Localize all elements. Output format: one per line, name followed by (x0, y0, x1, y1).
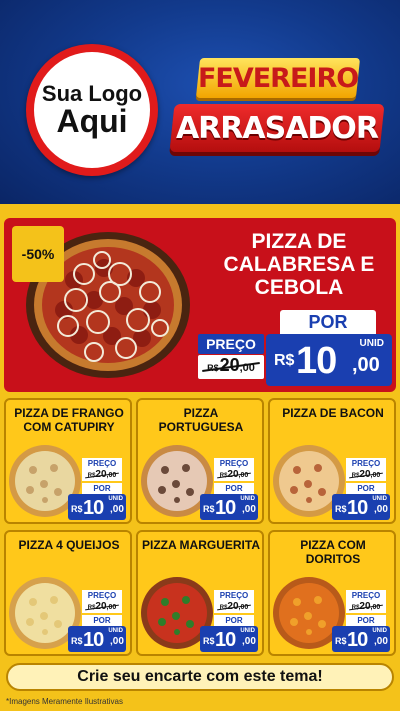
old-price: R$20,00 (214, 469, 254, 481)
new-price: UNID R$ 10 ,00 (200, 626, 258, 652)
discount-badge: -50% (12, 226, 64, 282)
old-price: R$20,00 (346, 469, 386, 481)
product-card: PIZZA DE BACON PREÇOR$20,00 POR UNID R$10 ,00 (268, 398, 396, 524)
new-currency: R$ (71, 504, 83, 514)
product-name: PIZZA DE BACON (282, 406, 384, 420)
old-price: R$20,00 (82, 601, 122, 613)
unid-label: UNID (108, 628, 123, 634)
hero-preco-label: PREÇO (198, 334, 264, 354)
old-price: R$20,00 (82, 469, 122, 481)
preco-label: PREÇO (214, 458, 254, 469)
hero-por-label: POR (280, 310, 376, 334)
header-banner: Sua Logo Aqui FEVEREIRO ARRASADOR (0, 0, 400, 212)
por-label: POR (82, 615, 122, 626)
por-label: POR (214, 615, 254, 626)
new-cents: ,00 (242, 504, 256, 515)
new-amount: 10 (83, 629, 104, 651)
cta-banner: Crie seu encarte com este tema! (6, 663, 394, 691)
preco-label: PREÇO (82, 590, 122, 601)
por-label: POR (346, 615, 386, 626)
new-price: UNID R$ 10 ,00 (200, 494, 258, 520)
por-label: POR (346, 483, 386, 494)
logo-badge: Sua Logo Aqui (26, 44, 158, 176)
header-divider (0, 204, 400, 212)
campaign-title: FEVEREIRO ARRASADOR (168, 58, 388, 168)
unid-label: UNID (108, 496, 123, 502)
product-name: PIZZA DE FRANGO COM CATUPIRY (14, 406, 124, 435)
price-block: PREÇOR$20,00 POR UNID R$10 ,00 (68, 590, 126, 652)
new-currency: R$ (335, 636, 347, 646)
new-cents: ,00 (110, 636, 124, 647)
por-label: POR (214, 483, 254, 494)
old-price: R$20,00 (214, 601, 254, 613)
new-cents: ,00 (374, 504, 388, 515)
new-currency: R$ (335, 504, 347, 514)
new-price: UNID R$ 10 ,00 (68, 494, 126, 520)
por-label: POR (82, 483, 122, 494)
hero-product-name: PIZZA DE CALABRESA E CEBOLA (223, 230, 375, 300)
preco-label: PREÇO (346, 458, 386, 469)
title-line-2: ARRASADOR (176, 110, 378, 146)
title-plate-bottom: ARRASADOR (169, 104, 385, 152)
new-cents: ,00 (242, 636, 256, 647)
price-block: PREÇOR$20,00 POR UNID R$10 ,00 (332, 458, 390, 520)
unid-label: UNID (372, 628, 387, 634)
product-card: PIZZA COM DORITOS PREÇOR$20,00 POR UNID R$10… (268, 530, 396, 656)
preco-label: PREÇO (346, 590, 386, 601)
new-price: UNID R$ 10 ,00 (332, 494, 390, 520)
product-card: PIZZA MARGUERITA PREÇOR$20,00 POR UNID R$10,… (136, 530, 264, 656)
logo-line-1: Sua Logo (41, 80, 143, 106)
new-amount: 10 (215, 497, 236, 519)
title-plate-top: FEVEREIRO (195, 58, 361, 98)
hero-unid-label: UNID (359, 338, 384, 349)
hero-new-currency: R$ (274, 352, 295, 369)
hero-new-cents: ,00 (352, 354, 380, 376)
new-currency: R$ (203, 504, 215, 514)
hero-new-price: UNID R$ 10 ,00 (266, 334, 392, 386)
disclaimer-text: *Imagens Meramente Ilustrativas (6, 697, 123, 706)
preco-label: PREÇO (214, 590, 254, 601)
new-currency: R$ (203, 636, 215, 646)
price-block: PREÇOR$20,00 POR UNID R$10 ,00 (68, 458, 126, 520)
new-cents: ,00 (110, 504, 124, 515)
preco-label: PREÇO (82, 458, 122, 469)
product-name: PIZZA PORTUGUESA (158, 406, 244, 435)
product-name: PIZZA COM DORITOS (300, 538, 366, 567)
old-price: R$20,00 (346, 601, 386, 613)
product-name: PIZZA MARGUERITA (142, 538, 260, 552)
new-cents: ,00 (374, 636, 388, 647)
new-amount: 10 (83, 497, 104, 519)
product-name: PIZZA 4 QUEIJOS (18, 538, 120, 552)
price-block: PREÇOR$20,00 POR UNID R$10 ,00 (332, 590, 390, 652)
unid-label: UNID (240, 496, 255, 502)
new-amount: 10 (347, 629, 368, 651)
new-price: UNID R$ 10 ,00 (68, 626, 126, 652)
hero-old-price: R$ 20 ,00 (198, 355, 264, 379)
title-line-1: FEVEREIRO (197, 62, 359, 94)
new-currency: R$ (71, 636, 83, 646)
price-block: PREÇOR$20,00 POR UNID R$10 ,00 (200, 590, 258, 652)
product-card: PIZZA 4 QUEIJOS PREÇOR$20,00 POR UNID R$10 ,0… (4, 530, 132, 656)
logo-line-2: Aqui (56, 102, 128, 139)
new-price: UNID R$ 10 ,00 (332, 626, 390, 652)
price-block: PREÇOR$20,00 POR UNID R$10 ,00 (200, 458, 258, 520)
new-amount: 10 (347, 497, 368, 519)
logo-placeholder: Sua Logo Aqui (34, 52, 150, 168)
product-card: PIZZA PORTUGUESA PREÇOR$20,00 POR UNID R$10,… (136, 398, 264, 524)
new-amount: 10 (215, 629, 236, 651)
unid-label: UNID (240, 628, 255, 634)
product-card: PIZZA DE FRANGO COM CATUPIRY PREÇOR$20,00… (4, 398, 132, 524)
hero-new-amount: 10 (296, 340, 337, 382)
unid-label: UNID (372, 496, 387, 502)
